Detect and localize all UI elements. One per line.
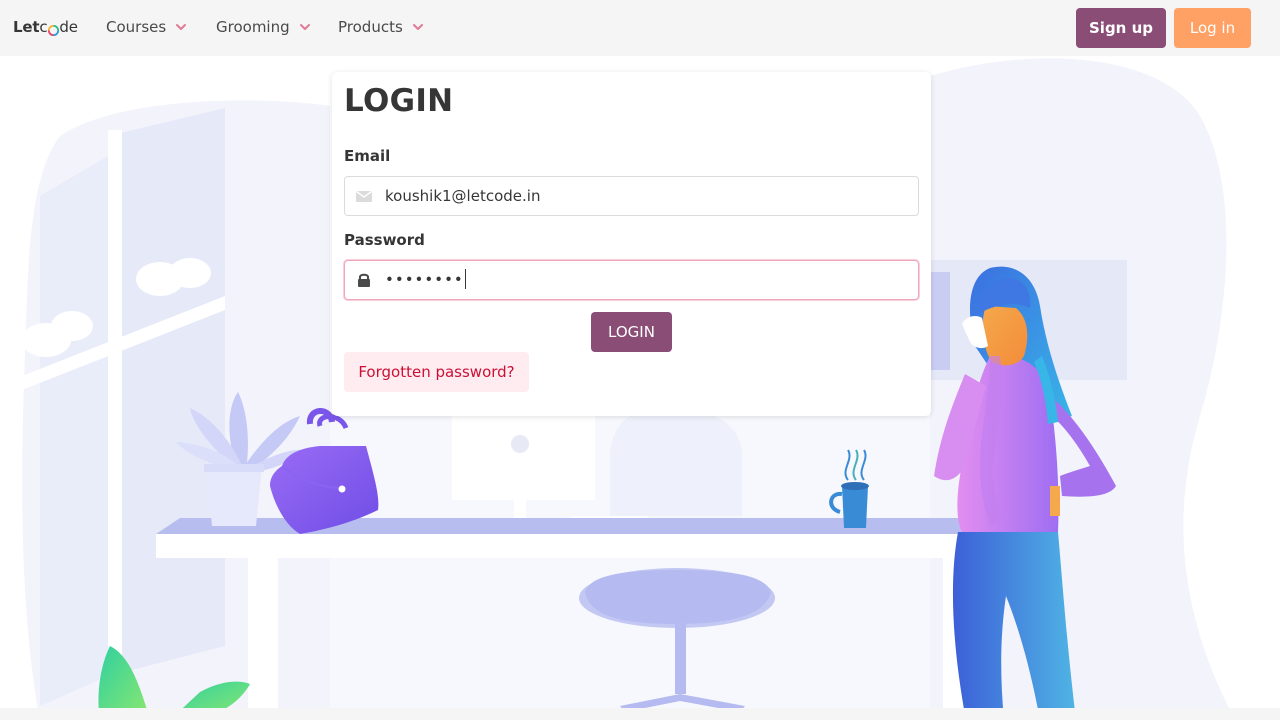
brand-de: de xyxy=(59,18,78,36)
nav-item-label: Grooming xyxy=(216,18,290,36)
lock-icon xyxy=(358,273,370,287)
nav-item-label: Products xyxy=(338,18,403,36)
navbar: Let c de Courses Grooming Products Sign … xyxy=(0,0,1280,56)
nav-item-courses[interactable]: Courses xyxy=(106,18,187,36)
chevron-down-icon xyxy=(176,24,187,30)
password-field[interactable]: •••••••• xyxy=(385,269,466,290)
email-label: Email xyxy=(344,147,391,165)
password-label: Password xyxy=(344,231,425,249)
signup-button[interactable]: Sign up xyxy=(1076,8,1166,48)
login-button[interactable]: LOGIN xyxy=(591,312,672,352)
login-nav-button[interactable]: Log in xyxy=(1174,8,1251,48)
brand-c: c xyxy=(39,18,48,36)
chevron-down-icon xyxy=(299,24,310,30)
login-card: LOGIN Email Password •••••••• LOGIN Forg… xyxy=(332,72,931,416)
brand-logo[interactable]: Let c de xyxy=(13,18,78,36)
nav-item-grooming[interactable]: Grooming xyxy=(216,18,311,36)
password-field-wrapper[interactable]: •••••••• xyxy=(344,260,919,300)
forgot-password-button[interactable]: Forgotten password? xyxy=(344,352,529,392)
email-field-wrapper[interactable] xyxy=(344,176,919,216)
text-caret xyxy=(464,269,466,289)
envelope-icon xyxy=(356,190,372,202)
email-field[interactable] xyxy=(385,177,905,215)
brand-o-icon xyxy=(47,22,59,36)
page-bottom-strip xyxy=(0,708,1280,720)
nav-item-products[interactable]: Products xyxy=(338,18,424,36)
password-masked-value: •••••••• xyxy=(385,270,464,289)
login-title: LOGIN xyxy=(344,83,454,119)
chevron-down-icon xyxy=(412,24,423,30)
brand-let: Let xyxy=(13,18,40,36)
nav-item-label: Courses xyxy=(106,18,167,36)
